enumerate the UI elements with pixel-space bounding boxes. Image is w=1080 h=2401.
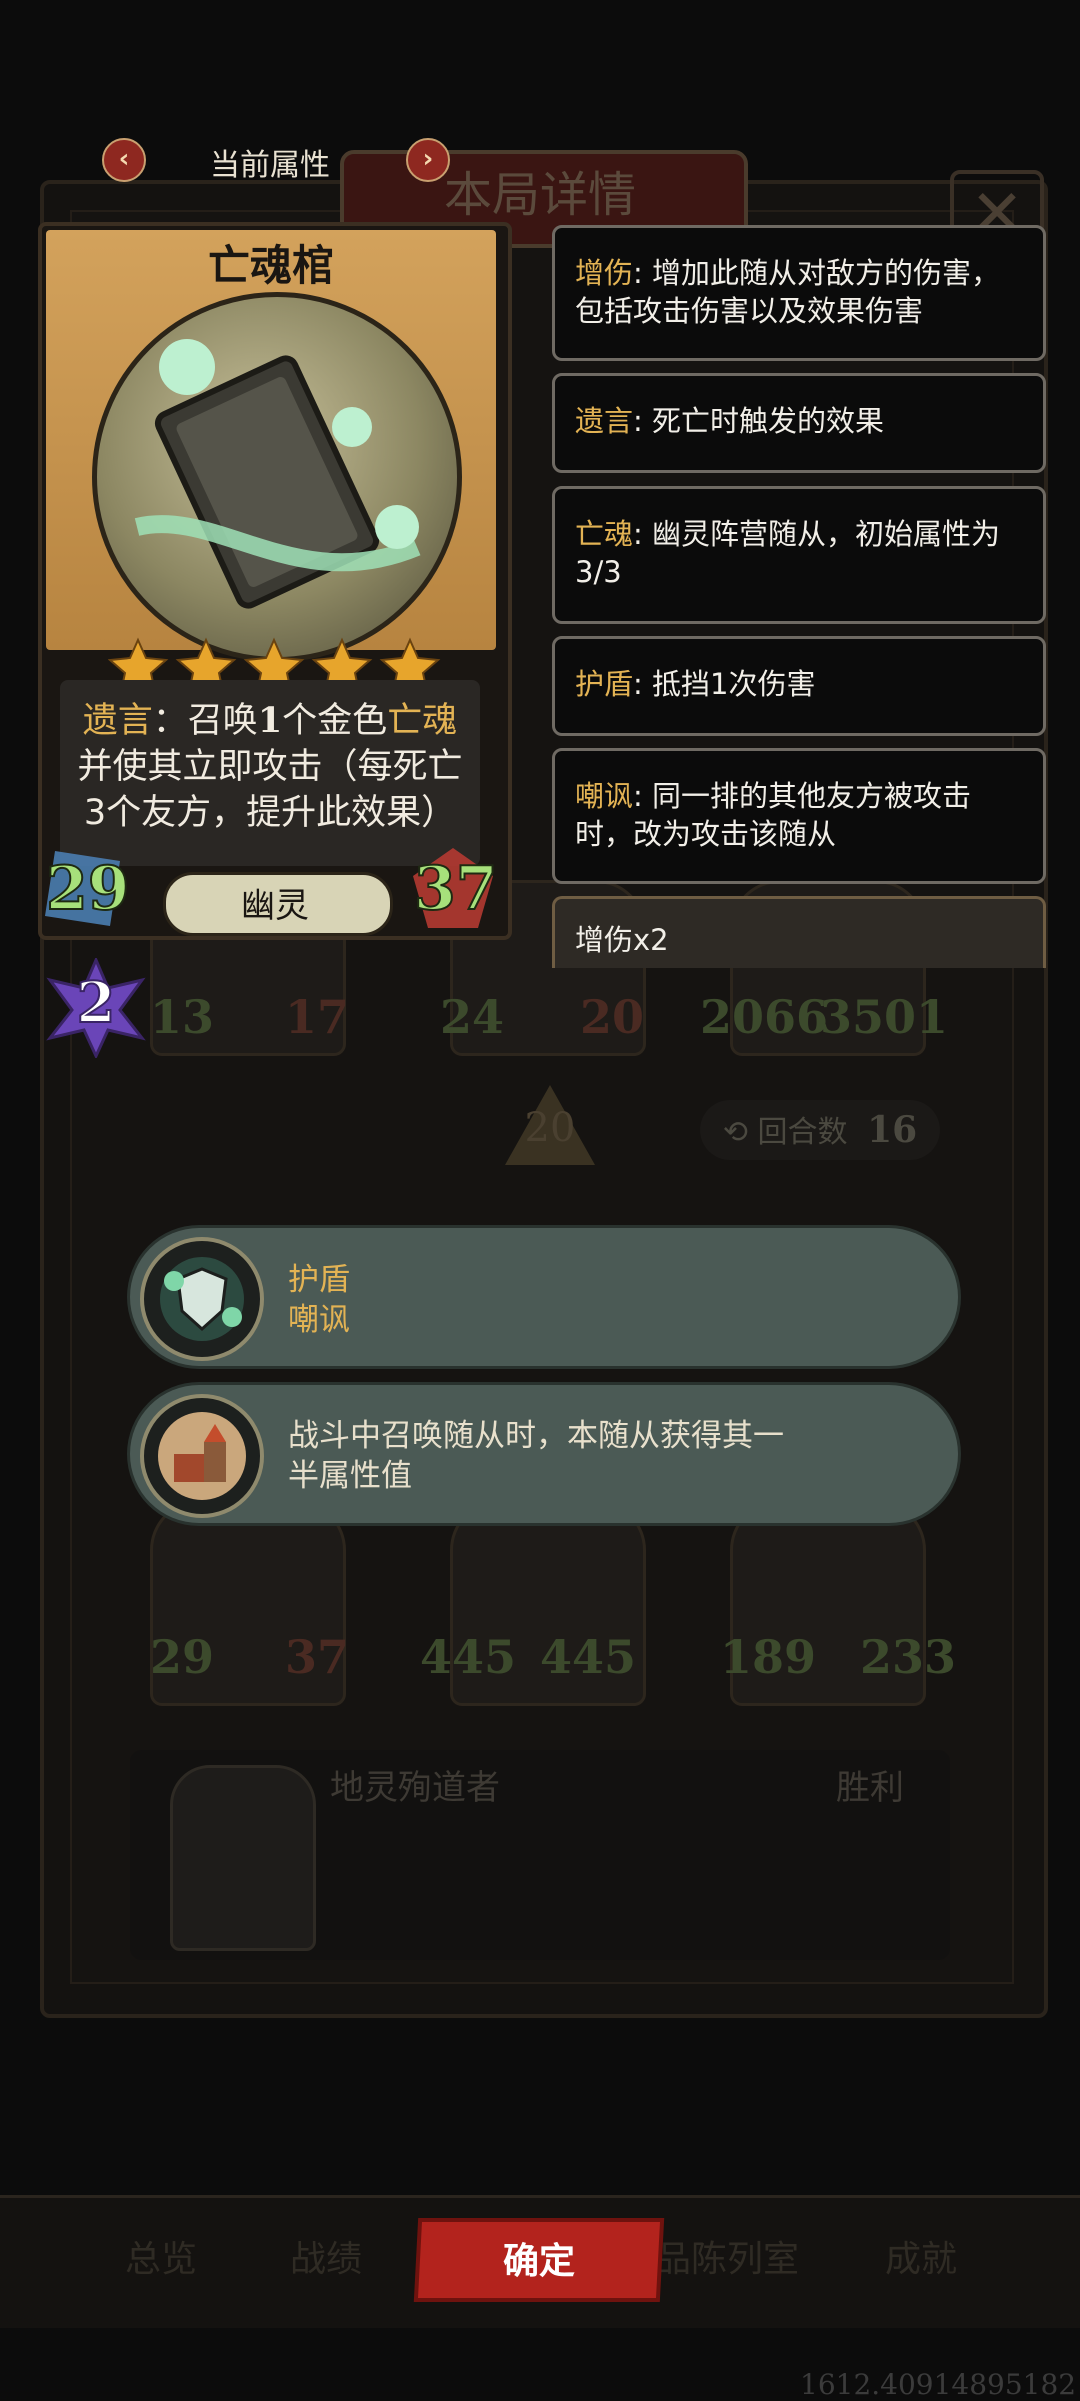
refresh-icon: ⟲ <box>722 1115 748 1150</box>
chevron-left-icon[interactable]: ‹ <box>102 138 146 182</box>
tier-number: 2 <box>76 969 117 1037</box>
coordinate-readout: 1612.40914895182 <box>800 2368 1077 2401</box>
soul-keyword: 亡魂 <box>387 701 458 741</box>
opponent-name: 地灵殉道者 <box>330 1768 500 1808</box>
confirm-label[interactable]: 确定 <box>420 2232 658 2284</box>
attribute-view-title: 当前属性 <box>210 148 330 183</box>
tab-record[interactable]: 战绩 <box>290 2230 362 2282</box>
round-counter: ⟲ 回合数 16 <box>700 1100 940 1160</box>
board-attack: 2066 <box>700 990 829 1044</box>
board-attack: 189 <box>720 1630 817 1684</box>
board-health: 37 <box>285 1630 350 1684</box>
board-health: 445 <box>540 1630 637 1684</box>
deathrattle-keyword: 遗言 <box>82 701 153 741</box>
effect-text: 战斗中召唤随从时，本随从获得其一 半属性值 <box>288 1418 784 1494</box>
keyword-desc: : 幽灵阵营随从，初始属性为3/3 <box>575 517 1001 589</box>
opponent-avatar <box>170 1765 316 1951</box>
board-health: 233 <box>860 1630 957 1684</box>
keyword-tooltip-partial: 增伤x2 <box>552 896 1046 968</box>
keyword-name: 遗言 <box>575 404 634 438</box>
keyword-desc: : 抵挡1次伤害 <box>633 667 816 701</box>
board-health: 3501 <box>820 990 949 1044</box>
taunt-keyword: 嘲讽 <box>288 1302 350 1338</box>
keyword-tooltip: 亡魂: 幽灵阵营随从，初始属性为3/3 <box>552 486 1046 624</box>
battle-result: 胜利 <box>836 1768 904 1808</box>
tab-achievements[interactable]: 成就 <box>885 2230 957 2282</box>
board-health: 17 <box>285 990 350 1044</box>
keyword-desc: : 死亡时触发的效果 <box>633 404 885 438</box>
board-health: 20 <box>580 990 645 1044</box>
card-health: 37 <box>413 853 498 925</box>
keyword-name: 亡魂 <box>575 517 634 551</box>
tab-overview[interactable]: 总览 <box>125 2230 197 2282</box>
board-attack: 13 <box>150 990 215 1044</box>
keyword-tooltip: 遗言: 死亡时触发的效果 <box>552 373 1046 473</box>
card-name: 亡魂棺 <box>207 241 334 290</box>
keyword-name: 嘲讽 <box>575 779 634 813</box>
tab-gallery[interactable]: 品陈列室 <box>655 2230 799 2282</box>
keyword-tooltip: 嘲讽: 同一排的其他友方被攻击时，改为攻击该随从 <box>552 748 1046 884</box>
card-art <box>92 292 462 662</box>
castle-icon <box>140 1394 264 1518</box>
round-value: 16 <box>867 1109 918 1151</box>
keyword-tooltip: 增伤: 增加此随从对敌方的伤害，包括攻击伤害以及效果伤害 <box>552 225 1046 361</box>
keyword-name: 增伤 <box>575 256 634 290</box>
keyword-name: 护盾 <box>575 667 634 701</box>
board-attack: 24 <box>440 990 505 1044</box>
board-attack: 445 <box>420 1630 517 1684</box>
wave-number: 20 <box>524 1105 576 1151</box>
effect-text: 护盾 嘲讽 <box>288 1260 350 1340</box>
ghost-coffin-art <box>134 339 421 609</box>
card-attack: 29 <box>45 853 130 925</box>
keyword-desc: : 增加此随从对敌方的伤害，包括攻击伤害以及效果伤害 <box>575 256 1001 328</box>
keyword-tooltip: 护盾: 抵挡1次伤害 <box>552 636 1046 736</box>
shield-keyword: 护盾 <box>288 1262 350 1298</box>
board-attack: 29 <box>150 1630 215 1684</box>
round-label: 回合数 <box>757 1115 848 1150</box>
chevron-right-icon[interactable]: › <box>406 138 450 182</box>
tribe-label: 幽灵 <box>241 886 309 926</box>
keyword-desc: : 同一排的其他友方被攻击时，改为攻击该随从 <box>575 779 972 851</box>
card-description: 遗言：召唤1个金色亡魂 并使其立即攻击（每死亡 3个友方，提升此效果） <box>77 700 463 833</box>
ghost-shield-icon <box>140 1237 264 1361</box>
